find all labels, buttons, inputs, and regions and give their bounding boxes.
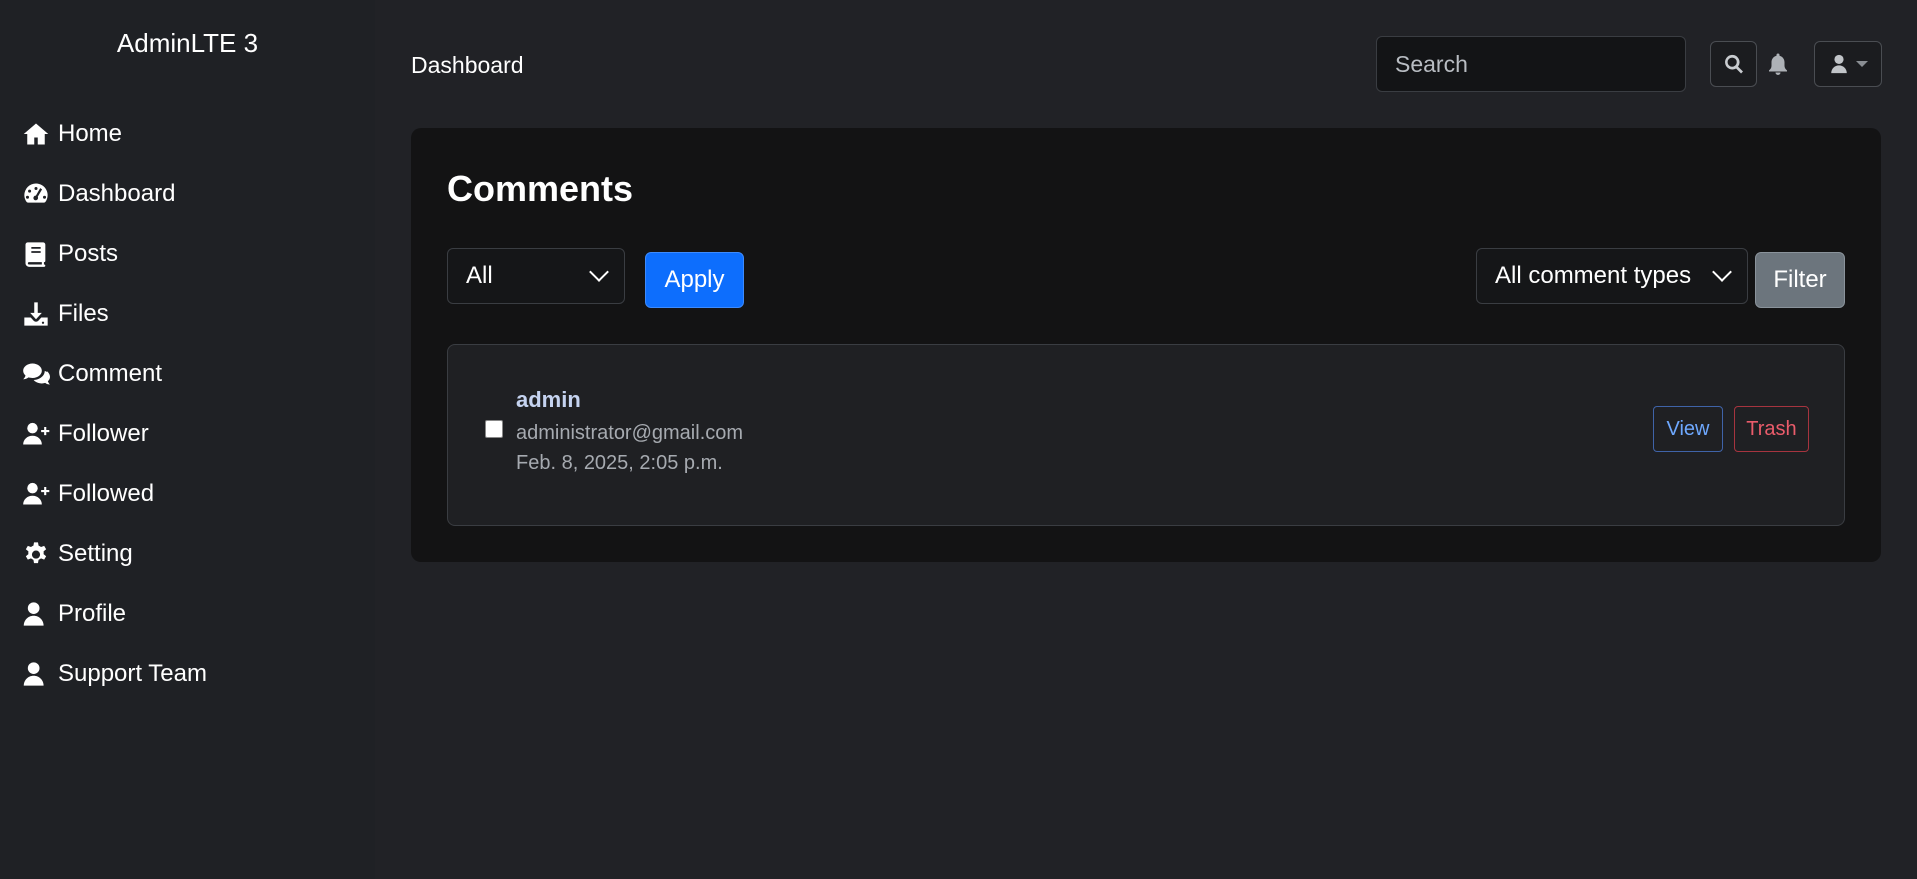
sidebar-item-files[interactable]: Files: [22, 284, 207, 344]
brand-title[interactable]: AdminLTE 3: [0, 28, 375, 59]
search-icon: [1724, 54, 1743, 74]
gauge-icon: [22, 179, 52, 209]
search-input[interactable]: [1376, 36, 1686, 92]
sidebar-item-follower[interactable]: Follower: [22, 404, 207, 464]
comment-author[interactable]: admin: [516, 387, 581, 413]
gear-icon: [22, 539, 52, 569]
sidebar-item-label: Support Team: [58, 660, 207, 687]
user-menu-button[interactable]: [1814, 41, 1882, 87]
user-plus-icon: [22, 479, 52, 509]
comments-icon: [22, 359, 52, 389]
sidebar-item-label: Files: [58, 300, 109, 327]
user-icon: [1831, 54, 1847, 74]
comment-email: administrator@gmail.com: [516, 422, 744, 444]
download-icon: [22, 299, 52, 329]
comment-checkbox[interactable]: [485, 420, 503, 438]
sidebar-item-label: Profile: [58, 600, 127, 627]
filter-button[interactable]: Filter: [1755, 252, 1845, 308]
comment-item: admin administrator@gmail.com Feb. 8, 20…: [447, 344, 1845, 526]
user-icon: [22, 659, 52, 689]
chevron-down-icon: [1712, 262, 1732, 282]
sidebar-item-label: Followed: [58, 480, 155, 507]
card-title: Comments: [447, 168, 634, 209]
sidebar-item-profile[interactable]: Profile: [22, 584, 207, 644]
user-icon: [22, 599, 52, 629]
sidebar-item-label: Dashboard: [58, 180, 176, 207]
sidebar-item-home[interactable]: Home: [22, 104, 207, 164]
page-title: Dashboard: [411, 52, 524, 78]
sidebar-item-comment[interactable]: Comment: [22, 344, 207, 404]
sidebar-nav: Home Dashboard Posts Files Comment Follo…: [22, 104, 207, 704]
comments-card: Comments All Apply All comment types Fil…: [411, 128, 1881, 562]
caret-down-icon: [1856, 61, 1868, 67]
sidebar-item-followed[interactable]: Followed: [22, 464, 207, 524]
comment-date: Feb. 8, 2025, 2:05 p.m.: [516, 452, 723, 474]
sidebar-item-label: Home: [58, 120, 123, 147]
sidebar-item-label: Setting: [58, 540, 133, 567]
sidebar-item-posts[interactable]: Posts: [22, 224, 207, 284]
book-icon: [22, 239, 52, 269]
comment-type-select[interactable]: All comment types: [1476, 248, 1748, 304]
sidebar-item-label: Comment: [58, 360, 163, 387]
notifications-button[interactable]: [1766, 52, 1792, 78]
view-button[interactable]: View: [1653, 406, 1723, 452]
sidebar-item-setting[interactable]: Setting: [22, 524, 207, 584]
status-select-value: All: [466, 262, 493, 289]
user-plus-icon: [22, 419, 52, 449]
sidebar-item-label: Follower: [58, 420, 149, 447]
sidebar: AdminLTE 3 Home Dashboard Posts Files Co…: [0, 0, 375, 879]
apply-button[interactable]: Apply: [645, 252, 744, 308]
bell-icon: [1769, 53, 1787, 75]
sidebar-item-support-team[interactable]: Support Team: [22, 644, 207, 704]
trash-button[interactable]: Trash: [1734, 406, 1809, 452]
home-icon: [22, 119, 52, 149]
comment-type-select-value: All comment types: [1495, 262, 1692, 289]
sidebar-item-label: Posts: [58, 240, 119, 267]
search-button[interactable]: [1710, 41, 1757, 87]
status-select[interactable]: All: [447, 248, 625, 304]
sidebar-item-dashboard[interactable]: Dashboard: [22, 164, 207, 224]
chevron-down-icon: [589, 262, 609, 282]
